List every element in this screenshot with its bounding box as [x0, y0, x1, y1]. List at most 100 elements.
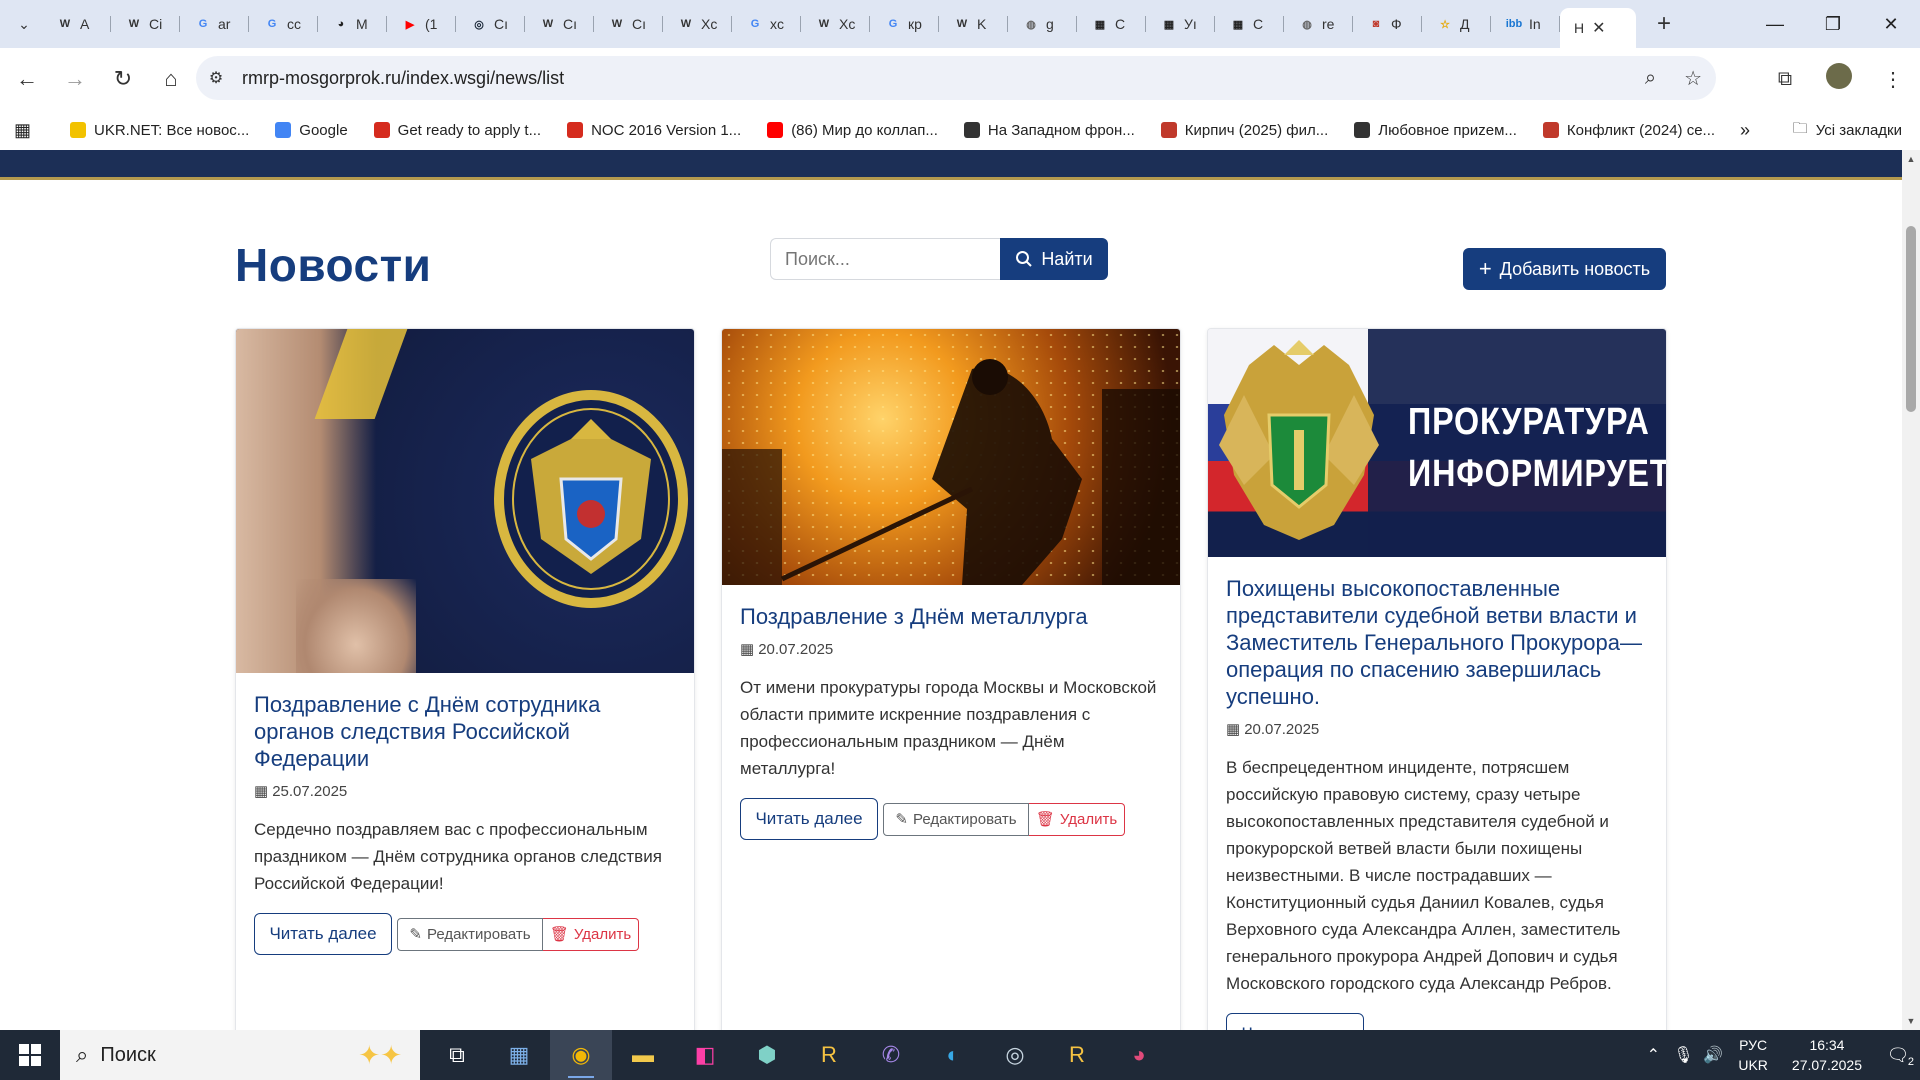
chrome-icon[interactable]: ◉: [550, 1030, 612, 1080]
browser-tab[interactable]: W Xc: [801, 7, 870, 41]
calendar-icon: ▦: [740, 641, 755, 658]
browser-tab[interactable]: W Ci: [111, 7, 180, 41]
omnibox[interactable]: ⚙ rmrp-mosgorprok.ru/index.wsgi/news/lis…: [196, 56, 1716, 100]
zoom-icon[interactable]: ⌕: [1645, 67, 1656, 90]
more-bookmarks-icon[interactable]: »: [1740, 120, 1750, 141]
close-tab-icon[interactable]: ✕: [1592, 18, 1605, 38]
volume-icon[interactable]: 🔊: [1698, 1045, 1728, 1065]
news-title[interactable]: Поздравление з Днём металлурга: [740, 603, 1162, 630]
calculator-icon[interactable]: ▦: [488, 1030, 550, 1080]
delete-button[interactable]: 🗑 Удалить: [1029, 802, 1125, 836]
tray-chevron-icon[interactable]: ⌃: [1638, 1045, 1668, 1065]
browser-tab[interactable]: Gкр: [870, 7, 939, 41]
browser-tab[interactable]: ▦ Уı: [1146, 7, 1215, 41]
bookmark-item[interactable]: Get ready to apply t...: [373, 122, 541, 139]
bookmark-label: UKR.NET: Все новос...: [94, 121, 250, 139]
page-scrollbar[interactable]: ▲ ▼: [1902, 150, 1920, 1030]
browser-tab[interactable]: ◍ re: [1284, 7, 1353, 41]
read-more-button[interactable]: Читать далее: [1226, 1013, 1364, 1030]
task-view-icon[interactable]: ⧉: [426, 1030, 488, 1080]
tab-label: (1: [425, 16, 438, 32]
browser-tab[interactable]: ◙ Ф: [1353, 7, 1422, 41]
bookmark-item[interactable]: Любовное приzем...: [1354, 122, 1517, 139]
read-more-button[interactable]: Читать далее: [740, 798, 878, 840]
read-more-button[interactable]: Читать далее: [254, 913, 392, 955]
tab-label: In: [1529, 16, 1541, 32]
search-input[interactable]: [770, 238, 1000, 280]
browser-tab[interactable]: ◕ M: [318, 7, 387, 41]
url-text[interactable]: rmrp-mosgorprok.ru/index.wsgi/news/list: [242, 68, 564, 89]
bookmark-item[interactable]: NOC 2016 Version 1...: [567, 122, 741, 139]
browser-tab[interactable]: ibb In: [1491, 7, 1560, 41]
browser-tab[interactable]: WA: [42, 7, 111, 41]
browser-tab[interactable]: Gcc: [249, 7, 318, 41]
edit-button[interactable]: ✎ Редактировать: [883, 802, 1029, 836]
bookmark-item[interactable]: (86) Мир до коллап...: [767, 122, 938, 139]
forward-arrow-icon[interactable]: →: [54, 58, 96, 100]
windows-start-icon[interactable]: [0, 1030, 60, 1080]
search-button[interactable]: Найти: [1000, 238, 1108, 280]
news-title[interactable]: Похищены высокопоставленные представител…: [1226, 575, 1648, 710]
notification-center-icon[interactable]: 🗨 2: [1876, 1030, 1920, 1080]
bookmark-item[interactable]: На Западном фрон...: [963, 122, 1135, 139]
bookmark-item[interactable]: UKR.NET: Все новос...: [70, 122, 249, 139]
search-form: Найти: [770, 238, 1108, 280]
bookmark-item[interactable]: Google: [275, 122, 348, 139]
bookmark-star-icon[interactable]: ☆: [1684, 66, 1702, 91]
browser-menu-icon[interactable]: ⋮: [1866, 67, 1920, 92]
site-info-icon[interactable]: ⚙: [196, 68, 236, 88]
edit-button[interactable]: ✎ Редактировать: [397, 917, 543, 951]
extensions-icon[interactable]: ⧉: [1758, 68, 1812, 91]
browser-tab[interactable]: ▶ (1: [387, 7, 456, 41]
news-title[interactable]: Поздравление с Днём сотрудника органов с…: [254, 691, 676, 772]
browser-tab[interactable]: Gar: [180, 7, 249, 41]
plus-icon: +: [1478, 256, 1492, 281]
add-news-button[interactable]: + Добавить новость: [1463, 248, 1666, 290]
delete-button[interactable]: 🗑 Удалить: [543, 917, 639, 951]
home-icon[interactable]: ⌂: [150, 58, 192, 100]
file-explorer-icon[interactable]: ▬: [612, 1030, 674, 1080]
browser-tab[interactable]: ☆ Д: [1422, 7, 1491, 41]
browser-tab[interactable]: W Cı: [594, 7, 663, 41]
cube-app-icon[interactable]: ⬢: [736, 1030, 798, 1080]
search-icon: ⌕: [76, 1042, 89, 1067]
bookmark-item[interactable]: Конфликт (2024) се...: [1542, 122, 1715, 139]
browser-tab[interactable]: Gxc: [732, 7, 801, 41]
bookmark-item[interactable]: Кирпич (2025) фил...: [1160, 122, 1328, 139]
microphone-icon[interactable]: 🎙: [1668, 1045, 1698, 1065]
restore-icon[interactable]: ❐: [1804, 0, 1862, 48]
scroll-up-icon[interactable]: ▲: [1902, 154, 1920, 164]
browser-tab[interactable]: W Cı: [525, 7, 594, 41]
game-app-icon[interactable]: ◕: [1108, 1030, 1170, 1080]
rockstar-launcher-icon[interactable]: R: [1046, 1030, 1108, 1080]
apps-grid-icon[interactable]: ▦: [14, 120, 54, 141]
steam-icon[interactable]: ◎: [984, 1030, 1046, 1080]
browser-tab[interactable]: ▦ C: [1077, 7, 1146, 41]
language-indicator[interactable]: РУС UKR: [1738, 1035, 1768, 1075]
delete-label: Удалить: [573, 925, 632, 943]
youtube-icon: ▶: [405, 18, 415, 31]
rockstar-icon[interactable]: R: [798, 1030, 860, 1080]
browser-tab[interactable]: ◍ g: [1008, 7, 1077, 41]
minimize-icon[interactable]: —: [1746, 0, 1804, 48]
new-tab-button[interactable]: +: [1646, 10, 1682, 38]
shield-app-icon[interactable]: ◐: [922, 1030, 984, 1080]
intellij-icon[interactable]: ◧: [674, 1030, 736, 1080]
all-bookmarks[interactable]: 🗀 Усі закладки: [1793, 118, 1902, 143]
back-arrow-icon[interactable]: ←: [6, 58, 48, 100]
browser-tab[interactable]: W Xc: [663, 7, 732, 41]
close-window-icon[interactable]: ✕: [1862, 0, 1920, 48]
clock[interactable]: 16:34 27.07.2025: [1792, 1035, 1862, 1075]
profile-avatar[interactable]: [1812, 63, 1866, 95]
browser-tab[interactable]: ◎ Cı: [456, 7, 525, 41]
tab-search-chevron-icon[interactable]: ⌄: [6, 6, 42, 42]
reload-icon[interactable]: ↻: [102, 58, 144, 100]
scroll-down-icon[interactable]: ▼: [1902, 1016, 1920, 1026]
active-tab[interactable]: Н ✕: [1560, 8, 1636, 48]
browser-tab[interactable]: WK: [939, 7, 1008, 41]
taskbar-search[interactable]: ⌕ Поиск ✦✦: [60, 1030, 420, 1080]
steam-icon: ◎: [474, 18, 484, 31]
browser-tab[interactable]: ▦ C: [1215, 7, 1284, 41]
scroll-thumb[interactable]: [1906, 226, 1916, 412]
viber-icon[interactable]: ✆: [860, 1030, 922, 1080]
